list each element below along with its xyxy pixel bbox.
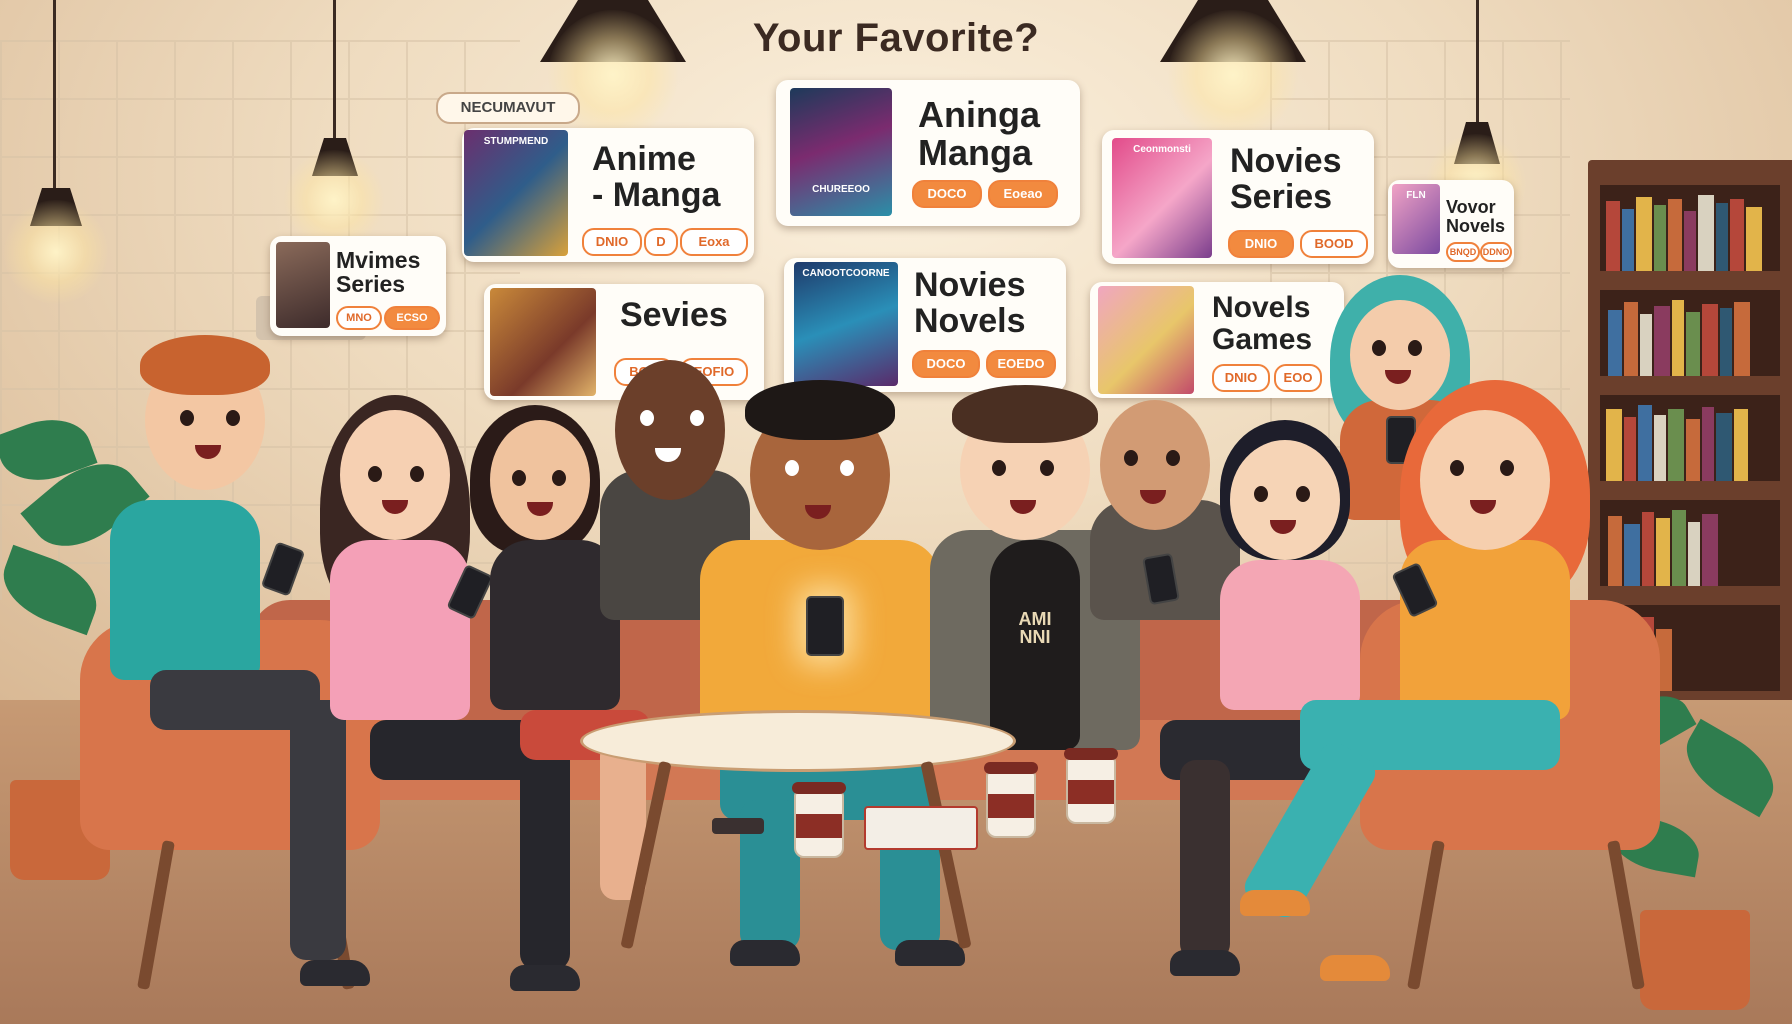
tag-pill[interactable]: EOEDO: [986, 350, 1056, 378]
media-card[interactable]: FLN Vovor Novels BNQD DDNO: [1388, 180, 1514, 268]
bookshelf-row: [1600, 500, 1780, 586]
phone-icon: [806, 596, 844, 656]
tag-pill[interactable]: BOOD: [1300, 230, 1368, 258]
media-card[interactable]: CANOOTCOORNE Novies Novels DOCO EOEDO: [784, 258, 1066, 392]
tag-pill[interactable]: BNQD: [1446, 242, 1480, 262]
media-card[interactable]: Sevies BOO EOFIO: [484, 284, 764, 400]
tag-pill[interactable]: DNIO: [582, 228, 642, 256]
media-card[interactable]: Mvimes Series MNO ECSO: [270, 236, 446, 336]
tag-pill[interactable]: DDNO: [1480, 242, 1512, 262]
bookshelf-row: [1600, 290, 1780, 376]
cover-image: [1098, 286, 1194, 394]
card-title: Sevies: [620, 296, 728, 334]
tag-pill[interactable]: DOCO: [912, 350, 980, 378]
card-title: Vovor Novels: [1446, 197, 1506, 236]
media-card[interactable]: STUMPMEND Anime - Manga DNIO D Eoxa: [462, 128, 754, 262]
tag-pill[interactable]: DOCO: [912, 180, 982, 208]
card-title: Aninga Manga: [918, 94, 1040, 173]
tag-pill[interactable]: Eoxa: [680, 228, 748, 256]
coffee-cup: [984, 762, 1038, 838]
coffee-cup: [1064, 748, 1118, 824]
cover-image: STUMPMEND: [464, 130, 568, 256]
lamp-glow: [4, 200, 108, 304]
cover-image: Ceonmonsti: [1112, 138, 1212, 258]
tag-pill[interactable]: MNO: [336, 306, 382, 330]
bookshelf-row: [1600, 395, 1780, 481]
phone-on-table: [712, 818, 764, 834]
book-on-table: [864, 806, 978, 850]
cover-image: CHUREEOO: [790, 88, 892, 216]
plant-pot: [1640, 910, 1750, 1010]
media-card[interactable]: Ceonmonsti Novies Series DNIO BOOD: [1102, 130, 1374, 264]
tag-pill[interactable]: ECSO: [384, 306, 440, 330]
cover-image: FLN: [1392, 184, 1440, 254]
tag-pill[interactable]: D: [644, 228, 678, 256]
coffee-cup: [792, 782, 846, 858]
bookshelf-row: [1600, 185, 1780, 271]
card-title: Novels Games: [1212, 291, 1313, 356]
cafe-scene: Your Favorite? NECUMAVUT COINES STUMPMEN…: [0, 0, 1792, 1024]
tag-pill[interactable]: Eoeao: [988, 180, 1058, 208]
lamp-glow: [284, 150, 384, 250]
cover-image: CANOOTCOORNE: [794, 262, 898, 386]
media-card[interactable]: Novels Games DNIO EOO: [1090, 282, 1344, 398]
card-title: Novies Series: [1230, 142, 1342, 216]
card-title: Mvimes Series: [336, 247, 421, 298]
media-card[interactable]: CHUREEOO Aninga Manga DOCO Eoeao: [776, 80, 1080, 226]
cover-image: [490, 288, 596, 396]
heading: Your Favorite?: [752, 16, 1040, 60]
tag-label: NECUMAVUT: [436, 92, 580, 124]
coffee-table: [580, 710, 1016, 772]
cover-image: [276, 242, 330, 328]
tag-pill[interactable]: DNIO: [1228, 230, 1294, 258]
shirt-print: AMI NNI: [1018, 609, 1052, 647]
tag-pill[interactable]: EOO: [1274, 364, 1322, 392]
card-title: Novies Novels: [914, 266, 1026, 340]
tag-pill[interactable]: DNIO: [1212, 364, 1270, 392]
card-title: Anime - Manga: [592, 140, 721, 214]
